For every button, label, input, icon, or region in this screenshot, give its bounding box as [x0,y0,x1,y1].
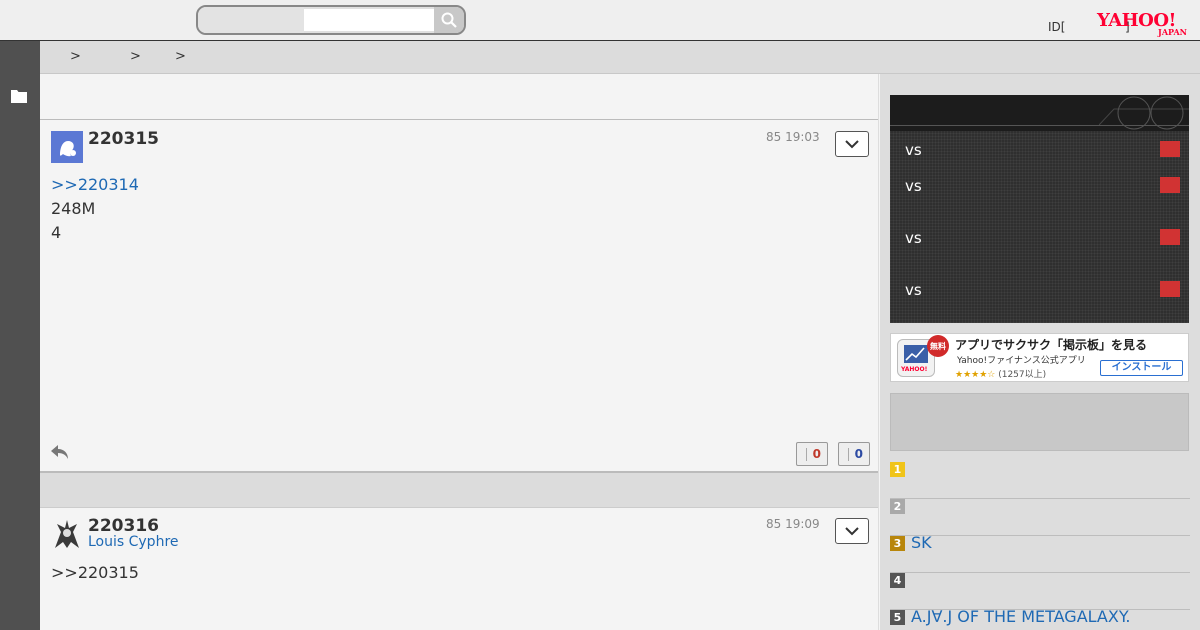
post-number[interactable]: 220316 [88,516,159,536]
rank-badge: 5 [890,610,905,625]
folder-icon[interactable] [11,89,27,103]
reply-icon[interactable] [50,443,70,461]
right-sidebar: vs vs vs vs YAHOO! 無料 アプリでサクサク「掲示板」を見る Y… [880,74,1200,630]
rank-title[interactable]: SK [911,533,932,552]
dislike-divider [848,448,849,461]
rank-badge: 2 [890,499,905,514]
search-box [196,5,466,35]
post-body-line: 248M [51,199,96,218]
breadcrumb-separator: > [175,49,186,64]
search-button[interactable] [434,7,464,33]
app-icon-label: YAHOO! [901,366,928,373]
like-button[interactable]: 0 [796,442,828,466]
breadcrumb: > > > [40,41,1200,74]
chart-icon [904,345,928,363]
ad-placeholder [890,393,1189,451]
game-row[interactable]: vs [890,227,1189,251]
reply-anchor-link[interactable]: >>220314 [51,173,139,197]
search-category[interactable] [198,7,304,33]
game-vs-label: vs [905,141,922,159]
free-badge: 無料 [927,335,949,357]
ranking-item[interactable]: 3 SK [890,533,1190,573]
top-header: ID[ ] YAHOO! JAPAN [0,0,1200,41]
post-220316: 220316 Louis Cyphre 85 19:09 >>220315 [40,508,878,630]
game-status-badge [1160,281,1180,297]
yahoo-logo-sub: JAPAN [1158,27,1187,37]
dislike-count: 0 [854,447,863,461]
ranking-item[interactable]: 5 A.J∀.J OF THE METAGALAXY. [890,607,1190,630]
ranking-item[interactable]: 4 [890,573,1190,610]
game-vs-label: vs [905,177,922,195]
post-author[interactable]: Louis Cyphre [88,534,179,550]
game-row[interactable]: vs [890,279,1189,303]
breadcrumb-separator: > [70,49,81,64]
search-icon [441,12,457,28]
post-timestamp: 85 19:09 [766,517,820,531]
rank-badge: 1 [890,462,905,477]
avatar[interactable] [51,518,83,550]
login-id-label[interactable]: ID[ [1048,20,1065,34]
post-body-line: 4 [51,223,62,242]
like-divider [806,448,807,461]
rank-title[interactable]: A.J∀.J OF THE METAGALAXY. [911,607,1130,626]
breadcrumb-separator: > [130,49,141,64]
chevron-down-icon [845,526,859,535]
post-220315: 220315 85 19:03 >>220314 248M 4 0 0 B! 0 [40,121,878,496]
game-status-badge [1160,141,1180,157]
ranking-item[interactable]: 1 [890,462,1190,499]
chevron-down-icon [845,139,859,148]
yahoo-logo[interactable]: YAHOO! JAPAN [1097,11,1191,38]
game-row[interactable]: vs [890,139,1189,163]
left-rail [0,41,40,630]
post-body-line: >>220315 [51,563,139,582]
message-thread: 220315 85 19:03 >>220314 248M 4 0 0 B! 0 [40,74,879,630]
post-number[interactable]: 220315 [88,129,159,149]
game-status-badge [1160,229,1180,245]
post-menu-button[interactable] [835,518,869,544]
install-button[interactable]: インストール [1100,360,1183,376]
scoreboard-header-line [890,125,1189,126]
game-status-badge [1160,177,1180,193]
rank-badge: 4 [890,573,905,588]
ranking-item[interactable]: 2 [890,499,1190,536]
avatar[interactable] [51,131,83,163]
game-row[interactable]: vs [890,175,1189,199]
thread-top-area [40,74,878,120]
rank-badge: 3 [890,536,905,551]
rating-count: (1257以上) [998,370,1047,380]
search-input[interactable] [304,9,434,31]
app-install-banner[interactable]: YAHOO! 無料 アプリでサクサク「掲示板」を見る Yahoo!ファイナンス公… [890,333,1189,382]
baseball-scoreboard: vs vs vs vs [890,95,1189,323]
game-vs-label: vs [905,281,922,299]
scoreboard-header [890,95,1189,131]
app-banner-subtitle: Yahoo!ファイナンス公式アプリ [957,356,1086,366]
post-timestamp: 85 19:03 [766,130,820,144]
game-vs-label: vs [905,229,922,247]
dislike-button[interactable]: 0 [838,442,870,466]
like-count: 0 [812,447,821,461]
app-rating: ★★★★☆ (1257以上) [955,367,1046,380]
post-menu-button[interactable] [835,131,869,157]
post-divider [40,471,878,508]
rating-stars: ★★★★☆ [955,370,996,380]
app-banner-title: アプリでサクサク「掲示板」を見る [955,338,1148,352]
